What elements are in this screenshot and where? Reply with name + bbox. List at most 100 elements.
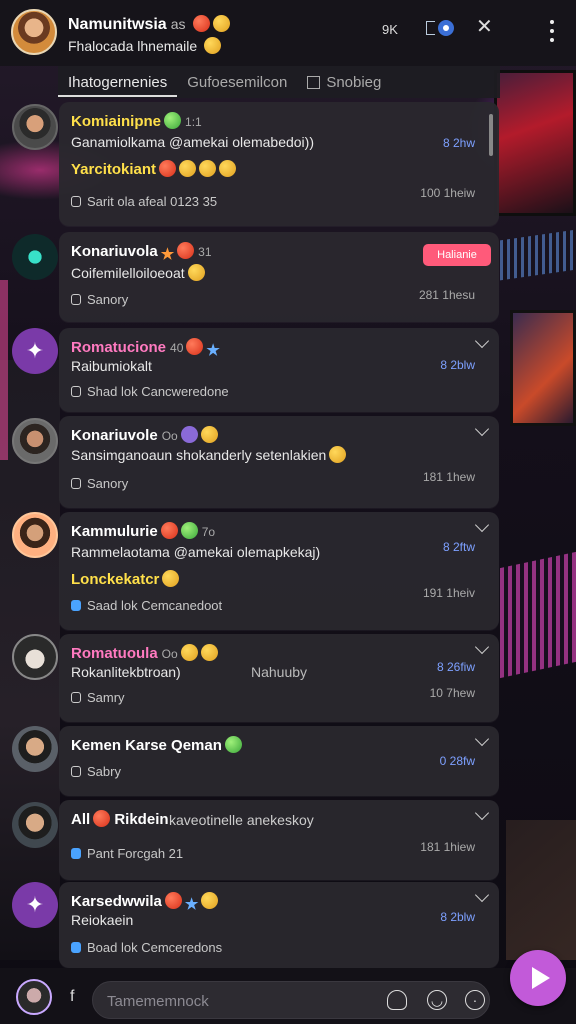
reaction-icon [71, 478, 81, 489]
message-highlight: Yarcitokiant [71, 160, 237, 178]
timestamp: 8 2blw [440, 358, 475, 372]
timestamp: 8 2blw [440, 910, 475, 924]
reaction-icon [71, 386, 81, 397]
author-name: Romatucione 40 ★ [71, 338, 220, 359]
star-icon: ★ [184, 896, 199, 913]
author-meta: 7o [201, 525, 216, 539]
message-text: Rammelaotama @amekai olemapkekaj) [71, 544, 321, 560]
close-icon[interactable]: ✕ [476, 14, 493, 39]
message-input-container: ◡ · [92, 981, 490, 1019]
message-card[interactable]: Konariuvola ★ 31 Coifemilelloiloeoat Sanor… [59, 232, 499, 322]
message-card[interactable]: Romatuoula Oo Rokanlitekbtroan) Nahuuby S… [59, 634, 499, 722]
message-card[interactable]: Karsedwwila ★ Reiokaein Boad lok Cemcered… [59, 882, 499, 968]
reaction-icon [71, 196, 81, 207]
avatar[interactable] [12, 634, 58, 680]
message-footer: Samry [71, 690, 125, 705]
emoji-icon [180, 644, 198, 661]
emoji-icon [179, 160, 197, 177]
message-card[interactable]: Konariuvole Oo Sansimganoaun shokanderly … [59, 416, 499, 508]
author-meta: Oo [161, 647, 178, 661]
timestamp-secondary: 191 1heiv [422, 586, 475, 600]
avatar[interactable] [12, 104, 58, 150]
avatar[interactable]: ✦ [12, 882, 58, 928]
header-name: Namunitwsia [68, 16, 167, 33]
avatar[interactable] [12, 512, 58, 558]
header-subtitle: Fhalocada lhnemaile [68, 37, 222, 54]
user-avatar[interactable] [16, 979, 52, 1015]
emoji-icon [180, 426, 198, 443]
message-footer: Sabry [71, 764, 121, 779]
chevron-down-icon[interactable] [474, 887, 490, 903]
member-count: 9K [382, 22, 398, 37]
avatar[interactable] [12, 726, 58, 772]
message-card[interactable]: Kammulurie 7o Rammelaotama @amekai olemap… [59, 512, 499, 630]
format-button[interactable]: f [70, 988, 74, 1006]
emoji-icon [224, 736, 242, 753]
cloud-icon[interactable] [387, 990, 407, 1010]
emoji-picker-icon[interactable]: ◡ [427, 990, 447, 1010]
tab-label: Ihatogernenies [68, 73, 168, 91]
emoji-icon [200, 644, 218, 661]
tab-label: Gufoesemilcon [187, 73, 288, 91]
message-footer: Sarit ola afeal 0123 35 [71, 194, 217, 209]
message-text: Raibumiokalt [71, 358, 152, 374]
chevron-down-icon[interactable] [474, 517, 490, 533]
message-card[interactable]: Komiainipne 1:1 Ganamiolkama @amekai olem… [59, 102, 499, 226]
author-meta: 40 [170, 341, 184, 355]
tab-bar: Ihatogernenies Gufoesemilcon Snobieg [58, 66, 500, 98]
header-avatar[interactable] [11, 9, 57, 55]
status-badge[interactable]: Halianie [423, 244, 491, 266]
tab-third[interactable]: Snobieg [297, 74, 391, 91]
author-name: Konariuvola ★ 31 [71, 242, 212, 263]
avatar[interactable]: ✦ [12, 328, 58, 374]
more-options-icon[interactable] [544, 18, 560, 44]
chevron-down-icon[interactable] [474, 805, 490, 821]
tab-label: Snobieg [326, 73, 382, 91]
emoji-icon [159, 160, 177, 177]
emoji-icon [199, 160, 217, 177]
reaction-icon [71, 942, 81, 953]
message-text: Coifemilelloiloeoat [71, 264, 205, 281]
message-aside: Nahuuby [251, 664, 308, 680]
tab-first[interactable]: Ihatogernenies [58, 73, 178, 97]
emoji-icon [192, 15, 210, 32]
author-name: All Rikdein [71, 810, 169, 828]
author-meta: 31 [198, 245, 212, 259]
timer-icon[interactable]: · [465, 990, 485, 1010]
send-button[interactable] [510, 950, 566, 1006]
avatar[interactable] [12, 418, 58, 464]
chevron-down-icon[interactable] [474, 421, 490, 437]
author-name: Romatuoula Oo [71, 644, 218, 662]
author-name: Kammulurie 7o [71, 522, 216, 540]
message-input[interactable] [105, 990, 369, 1012]
emoji-icon [162, 570, 180, 587]
scrollbar[interactable] [489, 114, 493, 156]
avatar[interactable] [12, 802, 58, 848]
message-text: Rokanlitekbtroan) [71, 664, 181, 680]
message-footer: Boad lok Cemceredons [71, 940, 222, 955]
timestamp-secondary: 10 7hew [429, 686, 475, 700]
message-card[interactable]: Romatucione 40 ★ Raibumiokalt Shad lok Can… [59, 328, 499, 412]
emoji-icon [187, 264, 205, 281]
emoji-icon [201, 892, 219, 909]
tab-second[interactable]: Gufoesemilcon [177, 74, 297, 91]
message-card[interactable]: All Rikdein kaveotinelle anekeskoy Pant … [59, 800, 499, 880]
emoji-icon [186, 338, 204, 355]
chevron-down-icon[interactable] [474, 333, 490, 349]
avatar[interactable] [12, 234, 58, 280]
star-icon: ★ [206, 342, 220, 359]
timestamp: 8 26fiw [436, 660, 475, 674]
timestamp-secondary: 181 1hiew [420, 840, 475, 854]
reaction-icon [71, 692, 81, 703]
reaction-icon [71, 766, 81, 777]
message-card[interactable]: Kemen Karse Qeman Sabry 0 28fw [59, 726, 499, 796]
emoji-icon [212, 15, 230, 32]
header-name-suffix: as [170, 16, 186, 32]
members-toggle[interactable] [426, 20, 454, 36]
chevron-down-icon[interactable] [474, 639, 490, 655]
chevron-down-icon[interactable] [474, 731, 490, 747]
star-icon: ★ [160, 246, 175, 263]
message-footer: Sanory [71, 292, 128, 307]
message-footer: Shad lok Cancweredone [71, 384, 229, 399]
message-text: Ganamiolkama @amekai olemabedoi)) [71, 134, 314, 150]
